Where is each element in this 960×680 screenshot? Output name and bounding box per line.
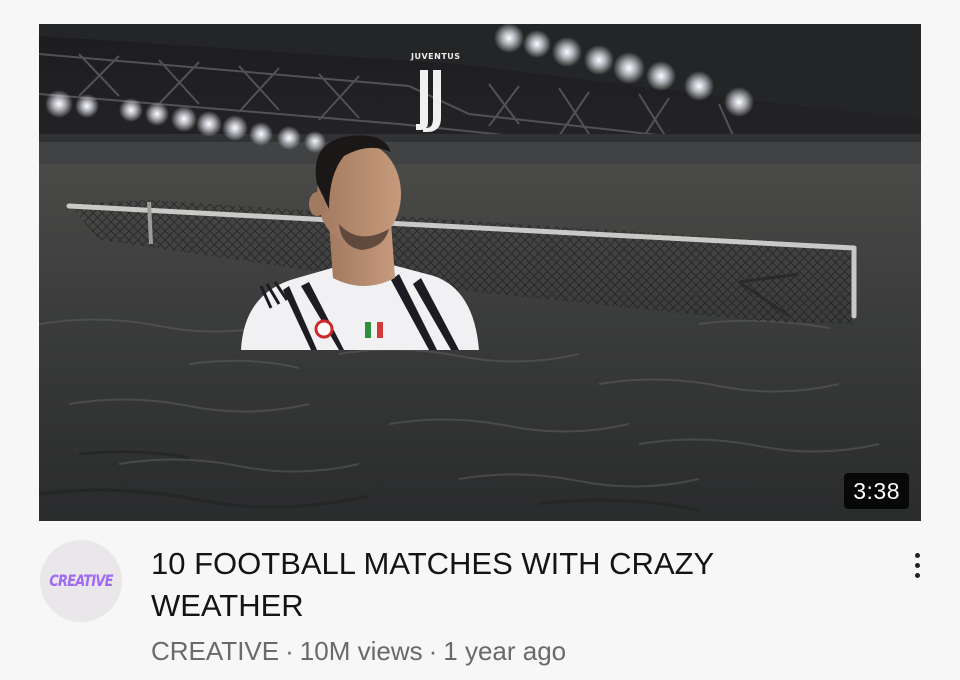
video-thumbnail[interactable]: JUVENTUS 3:38	[39, 24, 921, 521]
video-title[interactable]: 10 FOOTBALL MATCHES WITH CRAZY WEATHER	[151, 543, 851, 627]
menu-dot	[914, 572, 920, 578]
upload-age: 1 year ago	[443, 636, 567, 666]
meta-separator: ·	[285, 636, 294, 666]
thumbnail-scene	[39, 24, 921, 521]
video-meta: CREATIVE · 10M views · 1 year ago	[151, 634, 566, 668]
view-count: 10M views	[299, 636, 423, 666]
menu-dot	[914, 552, 920, 558]
meta-separator: ·	[428, 636, 438, 666]
channel-avatar-text: CREATIVE	[49, 571, 113, 591]
menu-dot	[914, 562, 920, 568]
duration-badge: 3:38	[844, 473, 909, 509]
juventus-logo-icon: JUVENTUS	[411, 52, 460, 134]
more-vertical-icon[interactable]	[902, 545, 932, 585]
video-card[interactable]: JUVENTUS 3:38 CREATIVE 10 FOOTBALL MATCH…	[0, 0, 960, 680]
channel-name[interactable]: CREATIVE	[151, 636, 279, 666]
channel-avatar[interactable]: CREATIVE	[40, 540, 122, 622]
